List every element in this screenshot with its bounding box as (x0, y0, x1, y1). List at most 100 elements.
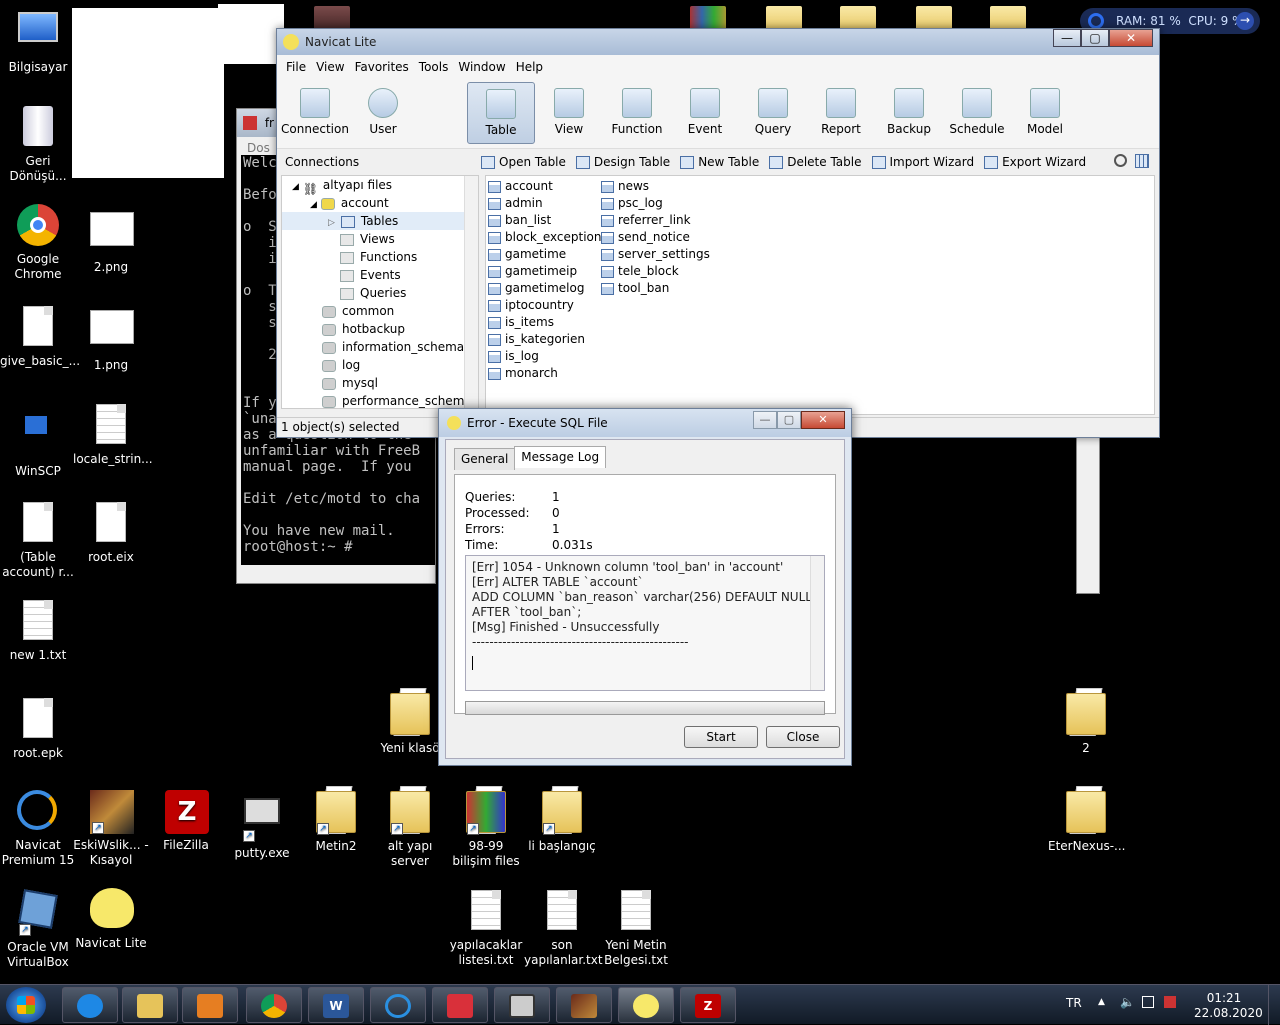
navicat-titlebar[interactable]: Navicat Lite (277, 29, 1159, 55)
message-log-textarea[interactable]: [Err] 1054 - Unknown column 'tool_ban' i… (465, 555, 825, 691)
network-icon[interactable] (1142, 996, 1154, 1008)
taskbar-app-red[interactable] (432, 987, 488, 1023)
table-item[interactable]: news (601, 178, 710, 195)
minimize-button[interactable]: — (1053, 29, 1081, 47)
tree-db-log[interactable]: log (282, 356, 478, 374)
desktop-icon-root-epk[interactable]: root.epk (0, 696, 76, 761)
toolbar-view-button[interactable]: View (535, 82, 603, 144)
desktop-icon-table-account[interactable]: (Table account) r... (0, 500, 76, 580)
desktop-icon-eskiwslik[interactable]: ↗ EskiWslik... - Kısayol (73, 790, 149, 868)
toolbar-user-button[interactable]: User (349, 82, 417, 144)
menu-favorites[interactable]: Favorites (355, 60, 409, 74)
arrow-right-icon[interactable]: → (1236, 12, 1254, 30)
volume-icon[interactable]: 🔈 (1120, 995, 1135, 1009)
taskbar-explorer[interactable] (122, 987, 178, 1023)
grid-view-icon[interactable] (1135, 154, 1149, 168)
dialog-close-button[interactable]: ✕ (801, 411, 845, 429)
tree-queries[interactable]: Queries (282, 284, 478, 302)
desktop-icon-yeni-klasor[interactable]: Yeni klasö (372, 692, 448, 756)
table-item[interactable]: server_settings (601, 246, 710, 263)
toolbar-model-button[interactable]: Model (1011, 82, 1079, 144)
close-dialog-button[interactable]: Close (766, 726, 840, 748)
log-scrollbar[interactable] (810, 556, 824, 690)
tree-db-performance-schema[interactable]: performance_schema (282, 392, 478, 408)
desktop-icon-virtualbox[interactable]: ↗ Oracle VM VirtualBox (0, 888, 76, 970)
error-dialog[interactable]: Error - Execute SQL File — ▢ ✕ General M… (438, 408, 852, 766)
tree-events[interactable]: Events (282, 266, 478, 284)
toolbar-function-button[interactable]: Function (603, 82, 671, 144)
toolbar-report-button[interactable]: Report (807, 82, 875, 144)
desktop-icon-yeni-metin[interactable]: Yeni Metin Belgesi.txt (598, 888, 674, 968)
desktop-icon-son-yapilanlar[interactable]: son yapılanlar.txt (524, 888, 603, 968)
tree-db-hotbackup[interactable]: hotbackup (282, 320, 478, 338)
maximize-button[interactable]: ▢ (1081, 29, 1109, 47)
taskbar-putty[interactable] (494, 987, 550, 1023)
close-button[interactable]: ✕ (1109, 29, 1153, 47)
desktop-icon-locale-strin[interactable]: locale_strin... (73, 402, 153, 467)
desktop-icon-folder-2[interactable]: 2 (1048, 692, 1124, 756)
dialog-minimize-button[interactable]: — (753, 411, 777, 429)
tab-general[interactable]: General (454, 448, 516, 470)
tree-scrollbar[interactable] (464, 176, 478, 408)
taskbar-navicat-lite[interactable] (618, 987, 674, 1023)
menu-tools[interactable]: Tools (419, 60, 449, 74)
toolbar-backup-button[interactable]: Backup (875, 82, 943, 144)
start-button[interactable]: Start (684, 726, 758, 748)
table-item[interactable]: tele_block (601, 263, 710, 280)
table-item[interactable]: ban_list (488, 212, 602, 229)
tree-db-mysql[interactable]: mysql (282, 374, 478, 392)
table-item[interactable]: gametimeip (488, 263, 602, 280)
export-wizard-button[interactable]: Export Wizard (984, 155, 1086, 169)
table-item[interactable]: block_exception (488, 229, 602, 246)
table-item[interactable]: is_log (488, 348, 602, 365)
desktop-icon-navicat-lite[interactable]: Navicat Lite (73, 888, 149, 951)
desktop-icon-baslangic[interactable]: ↗ li başlangıç (524, 790, 600, 854)
desktop-icon-recycle-bin[interactable]: Geri Dönüşü... (0, 104, 76, 184)
start-button[interactable] (6, 987, 46, 1023)
open-table-button[interactable]: Open Table (481, 155, 566, 169)
table-item[interactable]: iptocountry (488, 297, 602, 314)
taskbar-ccleaner[interactable] (370, 987, 426, 1023)
toolbar-query-button[interactable]: Query (739, 82, 807, 144)
tree-db-account[interactable]: ◢ account (282, 194, 478, 212)
menu-help[interactable]: Help (516, 60, 543, 74)
taskbar-ie[interactable] (62, 987, 118, 1023)
desktop-icon-root-eix[interactable]: root.eix (73, 500, 149, 565)
desktop-icon-navicat-premium[interactable]: Navicat Premium 15 (0, 790, 76, 868)
tree-db-common[interactable]: common (282, 302, 478, 320)
menu-view[interactable]: View (316, 60, 344, 74)
tree-db-information-schema[interactable]: information_schema (282, 338, 478, 356)
toolbar-schedule-button[interactable]: Schedule (943, 82, 1011, 144)
desktop-icon-chrome[interactable]: Google Chrome (0, 204, 76, 282)
desktop-icon-metin2[interactable]: ↗ Metin2 (298, 790, 374, 854)
menu-file[interactable]: File (286, 60, 306, 74)
navicat-window[interactable]: Navicat Lite — ▢ ✕ File View Favorites T… (276, 28, 1160, 438)
action-center-icon[interactable] (1164, 996, 1176, 1008)
desktop-icon-filezilla[interactable]: Z FileZilla (148, 790, 224, 853)
taskbar-chrome[interactable] (246, 987, 302, 1023)
show-desktop-button[interactable] (1268, 985, 1280, 1025)
desktop-icon-alt-yapi-server[interactable]: ↗ alt yapı server (372, 790, 448, 869)
menu-window[interactable]: Window (458, 60, 505, 74)
desktop-icon-new1-txt[interactable]: new 1.txt (0, 598, 76, 663)
new-table-button[interactable]: New Table (680, 155, 759, 169)
desktop-icon-1png[interactable]: 1.png (73, 306, 149, 373)
design-table-button[interactable]: Design Table (575, 155, 670, 169)
table-item[interactable]: gametimelog (488, 280, 602, 297)
tab-message-log[interactable]: Message Log (514, 446, 607, 468)
terminal-menu[interactable]: Dos (247, 141, 270, 155)
table-item[interactable]: referrer_link (601, 212, 710, 229)
desktop-icon-give-basic[interactable]: give_basic_... (0, 304, 80, 369)
toolbar-event-button[interactable]: Event (671, 82, 739, 144)
table-item[interactable]: send_notice (601, 229, 710, 246)
desktop-icon-98-99-bilisim[interactable]: ↗ 98-99 bilişim files (448, 790, 524, 869)
import-wizard-button[interactable]: Import Wizard (871, 155, 974, 169)
delete-table-button[interactable]: Delete Table (769, 155, 862, 169)
table-item[interactable]: psc_log (601, 195, 710, 212)
connection-tree[interactable]: ◢ ⛓ altyapı files ◢ account ▷ Tables Views F… (281, 175, 479, 409)
table-item[interactable]: tool_ban (601, 280, 710, 297)
language-indicator[interactable]: TR (1066, 996, 1082, 1010)
taskbar-game[interactable] (556, 987, 612, 1023)
taskbar-media-player[interactable] (182, 987, 238, 1023)
table-list[interactable]: account admin ban_list block_exception gamet… (485, 175, 1155, 415)
